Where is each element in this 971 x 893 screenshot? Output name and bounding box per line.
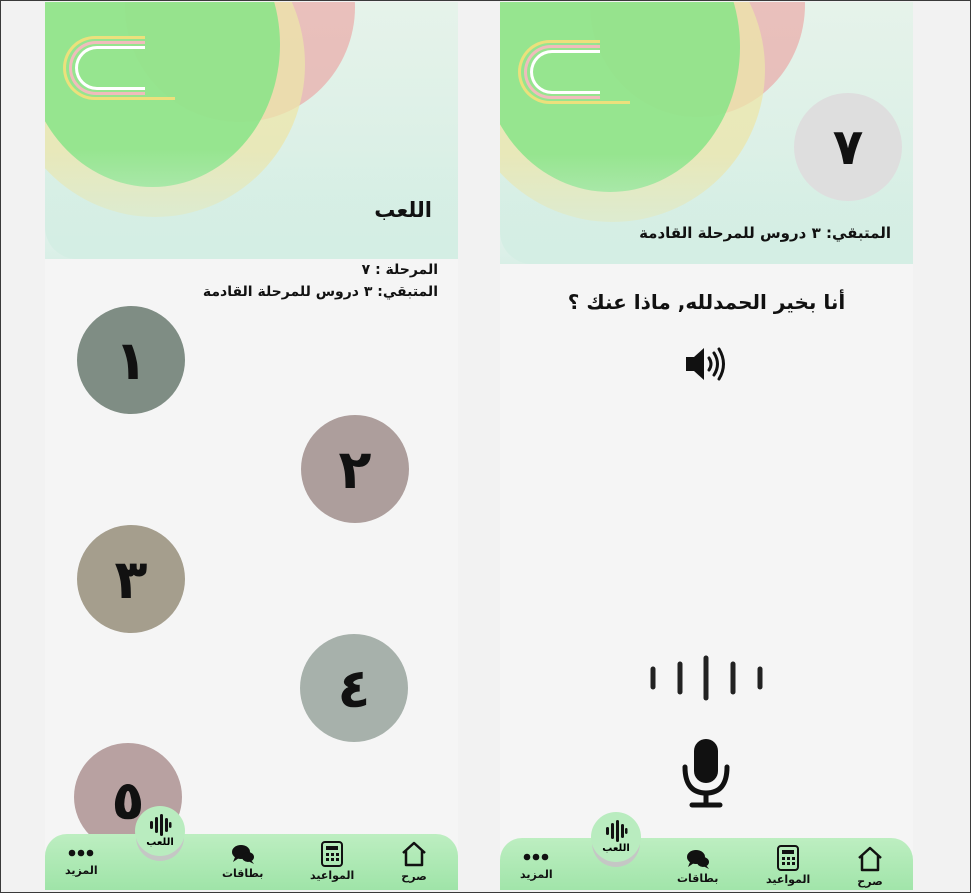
- nav-cards-label: بطاقات: [222, 867, 264, 880]
- nav-home-label: صرح: [401, 870, 427, 883]
- nav-cards-label: بطاقات: [677, 872, 719, 885]
- calculator-icon: [777, 845, 800, 871]
- soundwave-icon: [150, 814, 172, 836]
- play-screen: اللعب المرحلة : ٧ المتبقي: ٣ دروس للمرحل…: [45, 2, 458, 890]
- chat-bubbles-icon: [231, 845, 254, 864]
- nav-play-label: اللعب: [602, 843, 630, 854]
- home-icon: [858, 846, 882, 872]
- chat-bubbles-icon: [686, 850, 709, 869]
- level-4-button[interactable]: ٤: [300, 634, 408, 742]
- current-level-badge: ٧: [794, 93, 902, 201]
- phrase-text: أنا بخير الحمدلله, ماذا عنك ؟: [567, 290, 846, 314]
- speaker-icon[interactable]: [684, 345, 728, 383]
- stage-label: المرحلة : ٧: [361, 262, 438, 278]
- exercise-screen: ٧ المتبقي: ٣ دروس للمرحلة القادمة أنا بخ…: [500, 2, 913, 890]
- waveform-icon: [650, 655, 763, 701]
- level-1-button[interactable]: ١: [77, 306, 185, 414]
- app-logo: [63, 36, 175, 102]
- home-icon: [402, 841, 426, 867]
- nav-home[interactable]: صرح: [856, 845, 884, 888]
- more-dots-icon: [68, 849, 94, 857]
- nav-appointments[interactable]: المواعيد: [310, 841, 354, 882]
- nav-appointments-label: المواعيد: [766, 873, 811, 886]
- level-3-button[interactable]: ٣: [77, 525, 185, 633]
- nav-appointments-label: المواعيد: [310, 869, 355, 882]
- page-title: اللعب: [374, 198, 432, 222]
- microphone-icon[interactable]: [680, 737, 732, 809]
- remaining-lessons-label: المتبقي: ٣ دروس للمرحلة القادمة: [639, 224, 891, 242]
- level-2-button[interactable]: ٢: [301, 415, 409, 523]
- nav-cards[interactable]: بطاقات: [222, 843, 263, 880]
- nav-more-label: المزيد: [520, 868, 553, 881]
- app-logo: [518, 40, 630, 106]
- nav-cards[interactable]: بطاقات: [677, 848, 718, 885]
- soundwave-icon: [606, 820, 628, 842]
- nav-home-label: صرح: [857, 875, 883, 888]
- remaining-lessons-label: المتبقي: ٣ دروس للمرحلة القادمة: [202, 284, 438, 300]
- nav-play[interactable]: اللعب: [135, 806, 185, 856]
- nav-play[interactable]: اللعب: [591, 812, 641, 862]
- nav-appointments[interactable]: المواعيد: [766, 845, 810, 886]
- nav-play-label: اللعب: [146, 837, 174, 848]
- more-dots-icon: [523, 853, 549, 861]
- nav-more-label: المزيد: [65, 864, 98, 877]
- nav-more[interactable]: المزيد: [520, 852, 553, 881]
- nav-more[interactable]: المزيد: [65, 848, 98, 877]
- nav-home[interactable]: صرح: [400, 840, 428, 883]
- calculator-icon: [321, 841, 344, 867]
